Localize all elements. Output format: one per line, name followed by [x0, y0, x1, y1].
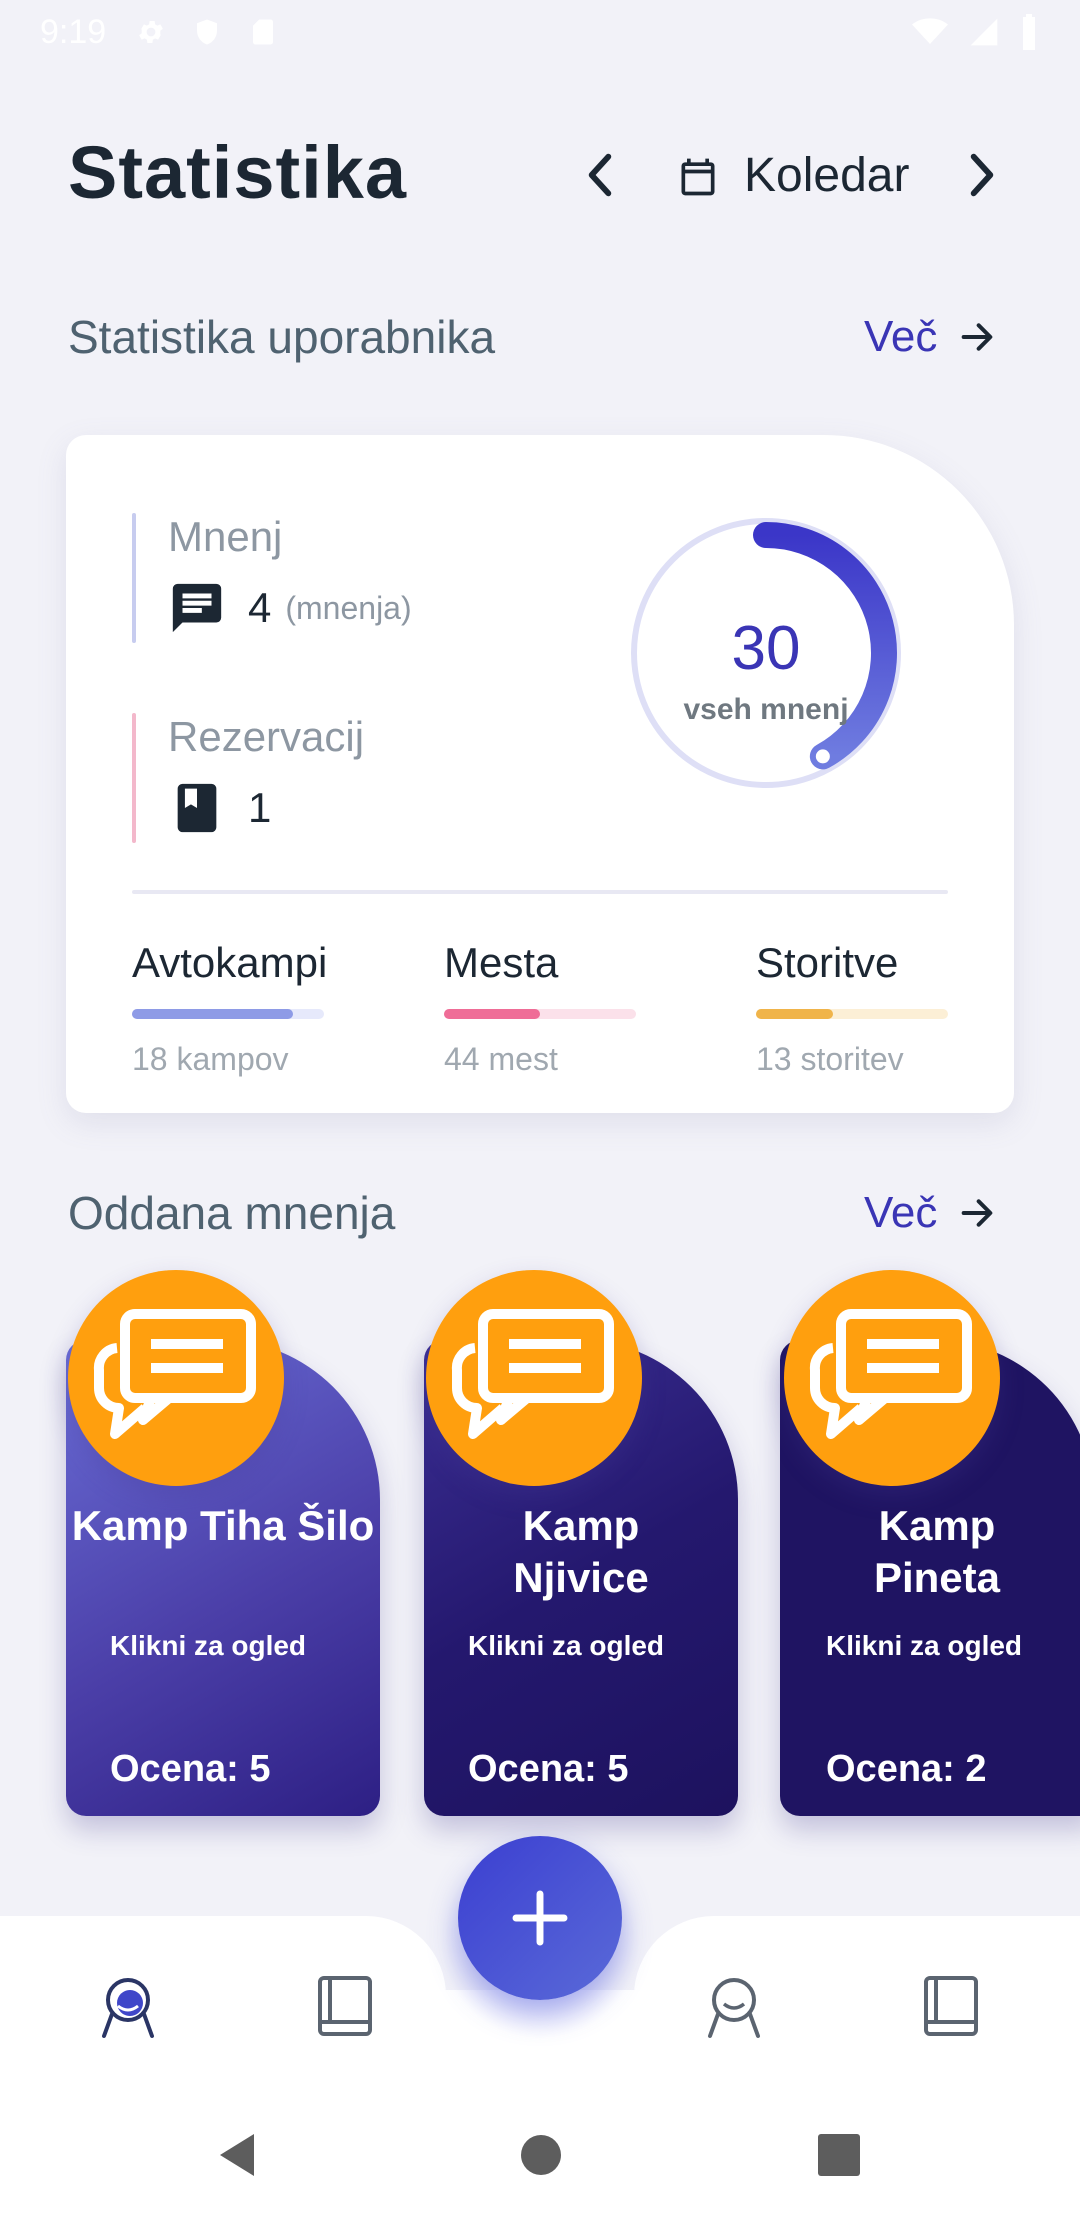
category-name: Storitve: [756, 939, 899, 986]
calendar-label[interactable]: Koledar: [744, 148, 909, 203]
signal-icon: [970, 18, 998, 46]
category-track: [132, 1009, 324, 1019]
review-card-score: Ocena: 5: [468, 1748, 629, 1790]
reviews-stat: Mnenj 4 (mnenja): [132, 513, 412, 643]
reservations-stat-label: Rezervacij: [168, 713, 365, 760]
user-stats-more-link[interactable]: Več: [864, 312, 997, 362]
ring-caption: vseh mnenj: [683, 693, 849, 726]
category-storitve[interactable]: Storitve 13 storitev: [756, 939, 948, 1078]
category-fill: [132, 1009, 294, 1019]
reservations-stat-row: 1: [168, 779, 364, 837]
category-avtokampi[interactable]: Avtokampi 18 kampov: [132, 939, 328, 1078]
battery-icon: [1023, 14, 1035, 50]
wifi-icon: [912, 18, 948, 44]
category-sub: 44 mest: [444, 1041, 558, 1077]
category-fill: [756, 1009, 833, 1019]
reviews-stat-unit: (mnenja): [285, 589, 412, 626]
category-fill: [444, 1009, 540, 1019]
page-title: Statistika: [68, 131, 408, 214]
plus-icon: [512, 1890, 568, 1946]
user-stats-card: Mnenj 4 (mnenja) Rezervacij 1 30 vseh mn…: [66, 435, 1014, 1113]
settings-icon: [139, 21, 164, 43]
submitted-reviews-title: Oddana mnenja: [68, 1187, 396, 1239]
ring-value: 30: [731, 614, 801, 683]
reviews-stat-value: 4: [248, 584, 272, 631]
category-name: Mesta: [444, 939, 559, 986]
nav-profile-icon[interactable]: [698, 1970, 770, 2042]
shield-icon: [197, 19, 218, 45]
chevron-right-icon[interactable]: [962, 150, 1002, 200]
review-card-score: Ocena: 2: [826, 1748, 987, 1790]
review-card-hint: Klikni za ogled: [110, 1630, 307, 1661]
nav-profile-active-icon[interactable]: [92, 1970, 164, 2042]
reviews-stat-label: Mnenj: [168, 513, 283, 560]
reservations-stat: Rezervacij 1: [132, 713, 364, 843]
chat-icon: [172, 583, 222, 633]
review-card-name: Kamp Tiha Šilo: [71, 1502, 375, 1549]
submitted-reviews-more-link[interactable]: Več: [864, 1188, 997, 1238]
review-badge: [68, 1270, 284, 1486]
reviews-stat-row: 4 (mnenja): [168, 579, 412, 637]
category-track: [756, 1009, 948, 1019]
review-card-name: Kamp Pineta: [873, 1502, 1001, 1601]
card-divider: [132, 890, 948, 894]
user-stats-title: Statistika uporabnika: [68, 311, 496, 363]
arrow-right-icon: [962, 323, 993, 351]
arrow-right-icon: [962, 1199, 993, 1227]
nav-book-icon-2[interactable]: [914, 1970, 986, 2042]
calendar-icon[interactable]: [676, 154, 720, 200]
review-card-hint: Klikni za ogled: [826, 1630, 1023, 1661]
reservations-stat-bar: [132, 713, 136, 843]
ring-progress-dot: [815, 749, 830, 764]
add-button[interactable]: [458, 1836, 622, 2000]
home-circle-icon[interactable]: [516, 2130, 566, 2180]
status-bar: 9:19: [0, 0, 1080, 64]
reviews-stat-bar: [132, 513, 136, 643]
review-badge: [784, 1270, 1000, 1486]
review-card-score: Ocena: 5: [110, 1748, 271, 1790]
chat-bubbles-icon: [451, 1309, 614, 1439]
review-card-hint: Klikni za ogled: [468, 1630, 665, 1661]
category-sub: 18 kampov: [132, 1041, 289, 1077]
back-triangle-icon[interactable]: [214, 2130, 264, 2180]
status-right-icons: [910, 14, 1040, 50]
recents-square-icon[interactable]: [814, 2130, 864, 2180]
chat-bubbles-icon: [809, 1309, 972, 1439]
sd-card-icon: [253, 19, 274, 45]
chevron-left-icon[interactable]: [580, 150, 620, 200]
category-track: [444, 1009, 636, 1019]
book-icon: [177, 783, 217, 833]
chat-bubbles-icon: [93, 1309, 256, 1439]
category-mesta[interactable]: Mesta 44 mest: [444, 939, 636, 1078]
review-badge: [426, 1270, 642, 1486]
nav-book-icon[interactable]: [308, 1970, 380, 2042]
more-label: Več: [864, 312, 938, 361]
more-label: Več: [864, 1188, 938, 1237]
reservations-stat-value: 1: [248, 784, 272, 831]
review-card-name: Kamp Njivice: [513, 1502, 649, 1601]
status-time: 9:19: [40, 12, 107, 51]
category-sub: 13 storitev: [756, 1041, 904, 1077]
category-name: Avtokampi: [132, 939, 328, 986]
